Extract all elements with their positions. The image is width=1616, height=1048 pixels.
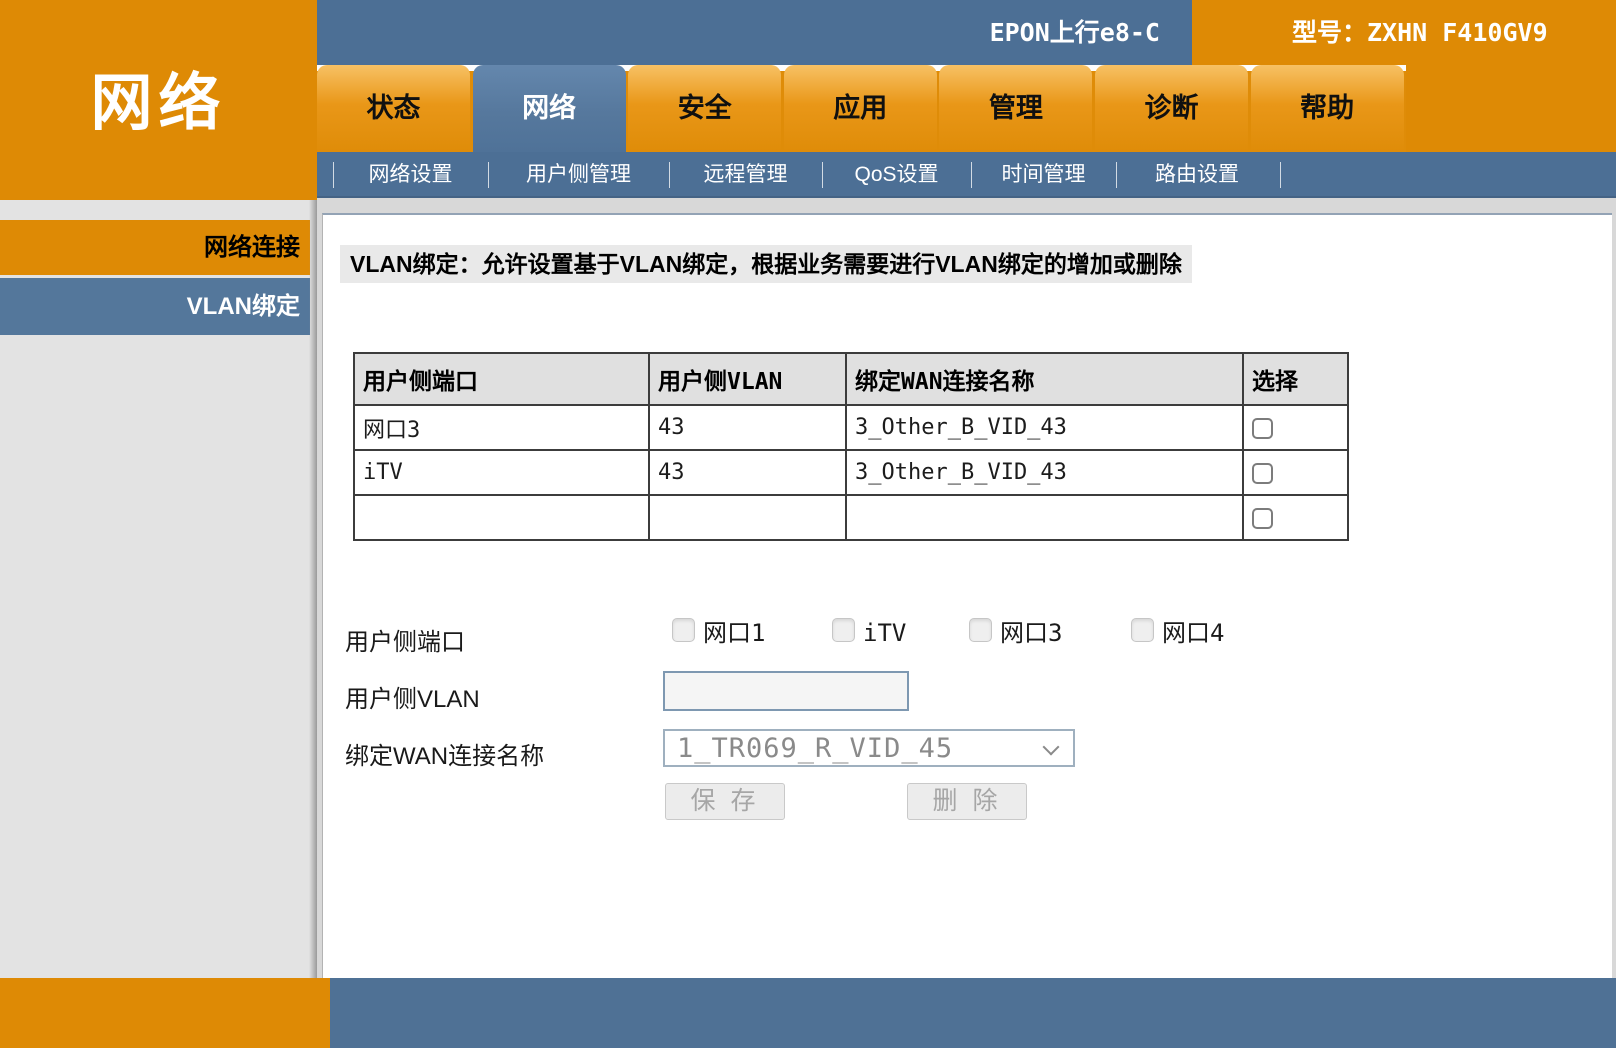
sidebar: 网络连接VLAN绑定: [0, 200, 317, 978]
port-field-label: 用户侧端口: [345, 622, 465, 657]
cell-user-vlan: [649, 495, 846, 540]
cell-user-port: 网口3: [354, 405, 649, 450]
table-row: iTV433_Other_B_VID_43: [354, 450, 1348, 495]
subnav-item-time-management[interactable]: 时间管理: [971, 152, 1116, 198]
tab-management[interactable]: 管理: [939, 65, 1092, 152]
port-option-label: 网口1: [703, 618, 765, 648]
cell-user-port: [354, 495, 649, 540]
device-model-label: 型号：ZXHN F410GV9: [1192, 0, 1616, 65]
table-header-cell: 用户侧VLAN: [649, 353, 846, 405]
row-select-checkbox[interactable]: [1252, 418, 1273, 439]
port-checkbox-itv[interactable]: [832, 618, 855, 642]
port-option-label: 网口3: [1000, 618, 1062, 648]
row-select-checkbox[interactable]: [1252, 508, 1273, 529]
vlan-binding-table: 用户侧端口用户侧VLAN绑定WAN连接名称选择 网口3433_Other_B_V…: [353, 352, 1349, 541]
wan-connection-select[interactable]: 1_TR069_R_VID_45: [663, 729, 1075, 767]
cell-select: [1243, 495, 1348, 540]
table-header-cell: 用户侧端口: [354, 353, 649, 405]
vlan-id-input[interactable]: [663, 671, 909, 711]
table-row: [354, 495, 1348, 540]
port-checkbox-lan4[interactable]: [1131, 618, 1154, 642]
delete-button[interactable]: 删 除: [907, 783, 1027, 820]
row-select-checkbox[interactable]: [1252, 463, 1273, 484]
cell-select: [1243, 450, 1348, 495]
sidebar-section-title: 网络: [0, 52, 317, 142]
subnav-item-network-settings[interactable]: 网络设置: [333, 152, 488, 198]
content-panel: [322, 213, 1612, 978]
vlan-binding-description: VLAN绑定：允许设置基于VLAN绑定，根据业务需要进行VLAN绑定的增加或删除: [340, 245, 1192, 283]
tab-status[interactable]: 状态: [317, 65, 470, 152]
cell-wan-name: 3_Other_B_VID_43: [846, 450, 1243, 495]
tab-bar-filler: [1406, 65, 1616, 152]
port-option-itv[interactable]: iTV: [832, 618, 906, 648]
tab-help[interactable]: 帮助: [1251, 65, 1404, 152]
port-checkbox-lan3[interactable]: [969, 618, 992, 642]
cell-wan-name: 3_Other_B_VID_43: [846, 405, 1243, 450]
cell-wan-name: [846, 495, 1243, 540]
port-checkbox-lan1[interactable]: [672, 618, 695, 642]
subnav-item-user-side-management[interactable]: 用户侧管理: [488, 152, 669, 198]
port-option-label: 网口4: [1162, 618, 1224, 648]
port-option-lan1[interactable]: 网口1: [672, 618, 765, 648]
sidebar-header: 网络: [0, 0, 317, 200]
tab-application[interactable]: 应用: [784, 65, 937, 152]
footer-accent: [0, 978, 330, 1048]
cell-user-port: iTV: [354, 450, 649, 495]
sidebar-item-network-connection[interactable]: 网络连接: [0, 220, 310, 275]
cell-select: [1243, 405, 1348, 450]
subnav-item-remote-management[interactable]: 远程管理: [669, 152, 822, 198]
device-uplink-title: EPON上行e8-C: [317, 0, 1160, 65]
wan-field-label: 绑定WAN连接名称: [345, 736, 544, 771]
tab-security[interactable]: 安全: [628, 65, 781, 152]
port-option-lan4[interactable]: 网口4: [1131, 618, 1224, 648]
wan-connection-selected-value: 1_TR069_R_VID_45: [677, 731, 953, 766]
table-row: 网口3433_Other_B_VID_43: [354, 405, 1348, 450]
subnav-item-routing-settings[interactable]: 路由设置: [1116, 152, 1278, 198]
table-header-cell: 选择: [1243, 353, 1348, 405]
tab-diagnosis[interactable]: 诊断: [1095, 65, 1248, 152]
footer-bar: [330, 978, 1616, 1048]
sidebar-item-vlan-binding[interactable]: VLAN绑定: [0, 278, 310, 335]
table-header-cell: 绑定WAN连接名称: [846, 353, 1243, 405]
port-option-lan3[interactable]: 网口3: [969, 618, 1062, 648]
main-tab-bar: 状态网络安全应用管理诊断帮助: [317, 65, 1407, 152]
save-button[interactable]: 保 存: [665, 783, 785, 820]
tab-network[interactable]: 网络: [473, 65, 626, 152]
router-admin-page: 网络 网络连接VLAN绑定 EPON上行e8-C 型号：ZXHN F410GV9…: [0, 0, 1616, 1048]
subnav-item-qos-settings[interactable]: QoS设置: [822, 152, 971, 198]
table-header-row: 用户侧端口用户侧VLAN绑定WAN连接名称选择: [354, 353, 1348, 405]
port-option-label: iTV: [863, 618, 906, 648]
cell-user-vlan: 43: [649, 450, 846, 495]
cell-user-vlan: 43: [649, 405, 846, 450]
vlan-field-label: 用户侧VLAN: [345, 679, 480, 714]
chevron-down-icon: [1043, 739, 1060, 756]
sub-nav-bar: 网络设置用户侧管理远程管理QoS设置时间管理路由设置: [317, 152, 1616, 198]
